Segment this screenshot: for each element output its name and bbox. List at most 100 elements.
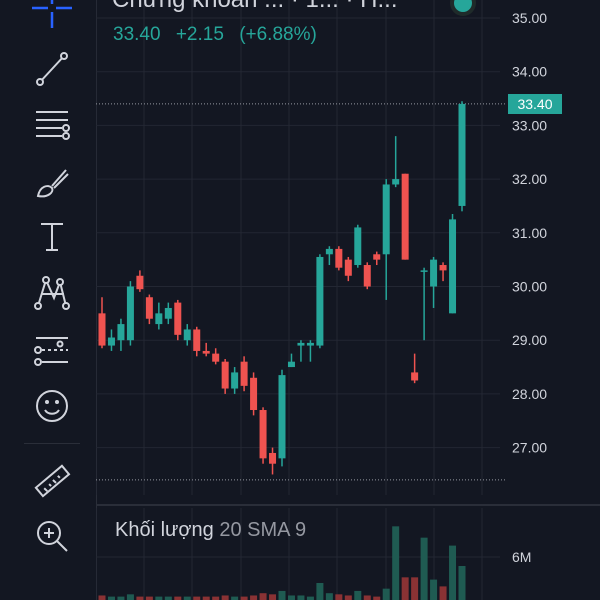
price-tick-label: 34.00 — [512, 64, 547, 80]
candle-body — [183, 329, 191, 341]
candle-body — [344, 259, 352, 276]
candle-body — [458, 103, 466, 206]
volume-bar — [221, 595, 229, 600]
forecast-icon — [34, 337, 68, 366]
candle-body — [250, 377, 258, 411]
volume-label: Khối lượng — [115, 519, 214, 541]
candle-body — [363, 265, 371, 287]
volume-bar — [193, 596, 201, 600]
trend-line-icon — [36, 52, 68, 86]
volume-bar — [401, 577, 409, 600]
candle-body — [117, 324, 125, 341]
forecast-tool[interactable] — [28, 328, 76, 372]
candle-body — [231, 372, 239, 389]
candle-body — [449, 219, 457, 314]
volume-bar — [107, 596, 115, 600]
candle-body — [306, 342, 314, 346]
volume-bar — [392, 526, 400, 600]
candle-body — [221, 361, 229, 389]
volume-bar — [363, 595, 371, 600]
price-tick-label: 33.00 — [512, 117, 547, 133]
fib-retracement-tool[interactable] — [28, 102, 76, 146]
price-tick-label: 27.00 — [512, 440, 547, 456]
candle-body — [145, 297, 153, 319]
last-price: 33.40 — [113, 24, 161, 45]
text-icon — [41, 223, 63, 251]
price-tick-label: 31.00 — [512, 225, 547, 241]
volume-bar — [335, 594, 343, 600]
crosshair-icon — [32, 0, 72, 28]
text-tool[interactable] — [28, 214, 76, 258]
candle-body — [155, 313, 163, 325]
volume-bar — [240, 596, 248, 600]
volume-bar — [287, 595, 295, 600]
candle-body — [287, 361, 295, 368]
quote-line: 33.40 +2.15 (+6.88%) — [113, 24, 327, 46]
pattern-icon — [34, 276, 70, 310]
volume-bar — [373, 596, 381, 600]
volume-bar — [420, 537, 428, 600]
volume-bar — [259, 593, 267, 600]
candle-body — [373, 254, 381, 260]
candle-body — [174, 302, 182, 335]
volume-bar — [250, 595, 258, 600]
zoom-in-tool[interactable] — [28, 514, 76, 558]
volume-bar — [382, 588, 390, 600]
volume-sma-label: 20 SMA 9 — [219, 519, 307, 541]
brush-tool[interactable] — [28, 160, 76, 204]
candle-body — [164, 307, 172, 319]
candle-body — [335, 248, 343, 268]
fib-retracement-icon — [36, 111, 70, 140]
candle-body — [316, 256, 324, 346]
candle-body — [297, 342, 305, 346]
ruler-tool[interactable] — [28, 460, 76, 504]
candle-body — [98, 313, 106, 346]
trend-line-tool[interactable] — [28, 46, 76, 90]
current-price-badge: 33.40 — [508, 94, 562, 114]
emoji-tool[interactable] — [28, 384, 76, 428]
volume-bar — [212, 596, 220, 600]
symbol-title: Chứng khoán ... · 1... · H... — [112, 0, 398, 13]
volume-bar — [183, 596, 191, 600]
drawing-toolbar — [0, 0, 97, 600]
crosshair-tool[interactable] — [28, 0, 76, 30]
volume-bar — [126, 594, 134, 600]
symbol-header[interactable]: Chứng khoán ... · 1... · H... — [112, 0, 502, 26]
candle-body — [269, 452, 277, 464]
volume-axis-label: 6M — [512, 549, 531, 565]
candle-body — [439, 265, 447, 271]
zoom-in-icon — [37, 521, 68, 552]
pattern-tool[interactable] — [28, 270, 76, 314]
price-tick-label: 29.00 — [512, 332, 547, 348]
volume-bar — [316, 583, 324, 600]
candle-body — [259, 410, 267, 459]
toolbar-separator — [24, 443, 80, 444]
price-tick-label: 35.00 — [512, 10, 547, 26]
price-chart[interactable]: 35.00 34.00 33.00 32.00 31.00 30.00 29.00 28.00… — [96, 0, 600, 600]
price-tick-label: 32.00 — [512, 171, 547, 187]
candle-body — [126, 286, 134, 341]
candle-body — [325, 248, 333, 255]
volume-bar — [155, 596, 163, 600]
candle-body — [411, 372, 419, 381]
candle-body — [193, 329, 201, 351]
volume-bar — [297, 595, 305, 600]
current-price-label: 33.40 — [517, 96, 553, 112]
volume-bar — [145, 596, 153, 600]
market-status-icon — [454, 0, 472, 12]
candle-body — [202, 350, 210, 354]
volume-bar — [354, 590, 362, 600]
candle-body — [240, 361, 248, 386]
volume-bar — [278, 590, 286, 600]
volume-bar — [325, 593, 333, 600]
volume-bar — [439, 586, 447, 600]
price-change-pct: (+6.88%) — [239, 24, 317, 45]
volume-bar — [458, 566, 466, 600]
volume-bar — [449, 545, 457, 600]
candle-body — [354, 227, 362, 266]
candle-body — [382, 184, 390, 255]
price-tick-label: 28.00 — [512, 386, 547, 402]
volume-bar — [136, 596, 144, 600]
volume-legend[interactable]: Khối lượng 20 SMA 9 — [115, 519, 306, 542]
candle-body — [212, 353, 220, 362]
